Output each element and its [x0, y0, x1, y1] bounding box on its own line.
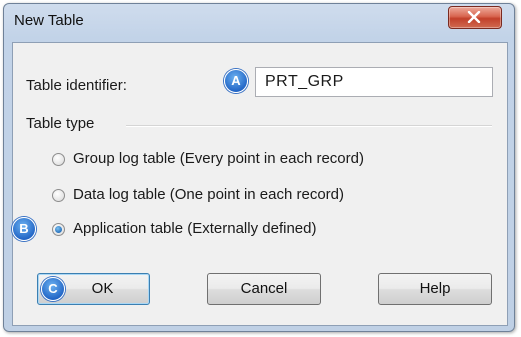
window-title: New Table — [14, 12, 84, 29]
application-table-label[interactable]: Application table (Externally defined) — [73, 220, 316, 237]
help-button[interactable]: Help — [378, 273, 492, 305]
callout-c-badge: C — [41, 277, 65, 301]
table-type-group-title: Table type — [26, 115, 99, 132]
radio-selected-dot — [55, 226, 62, 233]
table-identifier-input[interactable]: PRT_GRP — [255, 67, 493, 97]
title-bar[interactable]: New Table — [4, 4, 514, 42]
table-type-group-divider — [126, 125, 492, 127]
close-button[interactable] — [448, 6, 502, 29]
callout-a-badge: A — [224, 69, 248, 93]
data-log-label[interactable]: Data log table (One point in each record… — [73, 186, 344, 203]
close-x-icon — [467, 11, 481, 23]
table-identifier-label: Table identifier: — [26, 77, 127, 94]
data-log-radio[interactable] — [52, 189, 65, 202]
group-log-label[interactable]: Group log table (Every point in each rec… — [73, 150, 364, 167]
group-log-radio[interactable] — [52, 153, 65, 166]
ok-button-label: OK — [91, 280, 114, 297]
callout-b-badge: B — [12, 217, 36, 241]
application-table-radio[interactable] — [52, 223, 65, 236]
cancel-button[interactable]: Cancel — [207, 273, 321, 305]
